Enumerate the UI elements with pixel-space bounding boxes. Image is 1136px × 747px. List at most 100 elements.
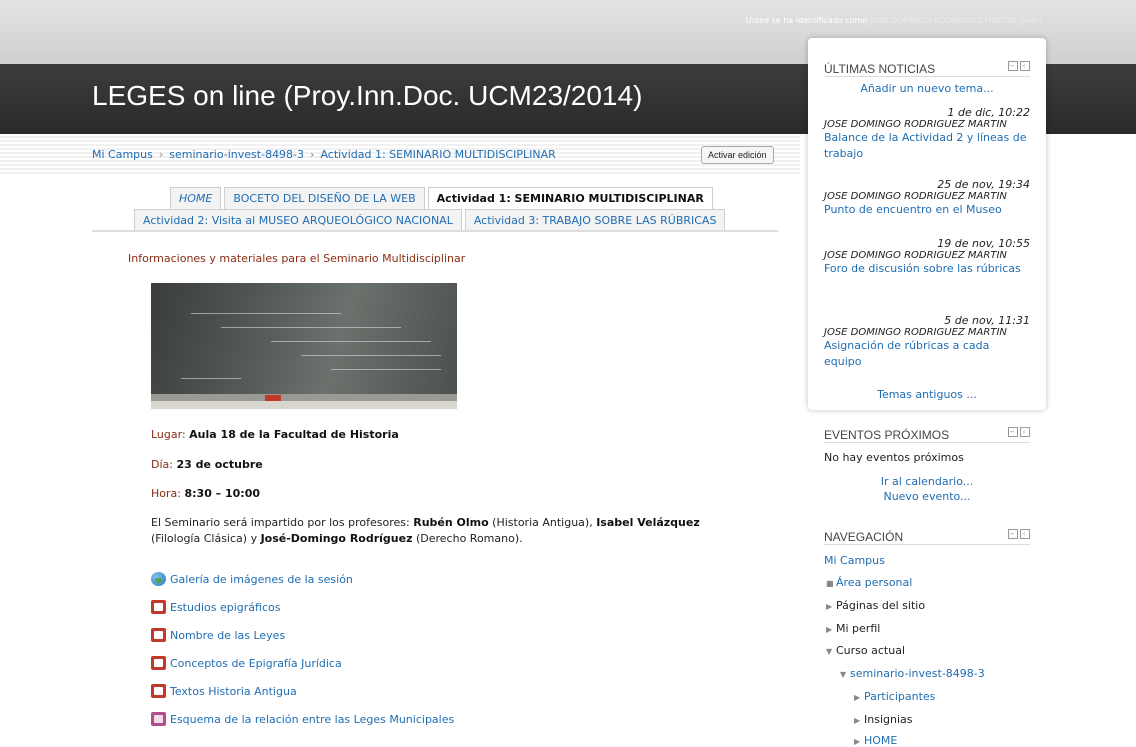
news-title-link[interactable]: Balance de la Actividad 2 y líneas de tr… — [824, 130, 1030, 162]
news-date: 19 de nov, 10:55 — [937, 237, 1030, 250]
tab-actividad-1[interactable]: Actividad 1: SEMINARIO MULTIDISCIPLINAR — [427, 187, 713, 210]
resource-gallery[interactable]: Galería de imágenes de la sesión — [151, 572, 353, 588]
news-author: JOSE DOMINGO RODRIGUEZ MARTIN — [824, 191, 1007, 202]
bullet-icon: ■ — [826, 579, 834, 588]
login-prefix: Usted se ha identificado como — [745, 16, 868, 25]
dock-icon[interactable]: ‹ — [1020, 529, 1030, 539]
expand-arrow-icon: ▶ — [854, 737, 861, 746]
login-info: Usted se ha identificado como JOSE DOMIN… — [746, 16, 1042, 25]
nav-participantes[interactable]: ▶ Participantes — [854, 690, 935, 703]
nav-mi-perfil[interactable]: ▶ Mi perfil — [826, 622, 880, 635]
lugar-value: Aula 18 de la Facultad de Historia — [189, 428, 399, 441]
resource-estudios[interactable]: Estudios epigráficos — [151, 600, 280, 616]
news-block: ÚLTIMAS NOTICIAS − ‹ Añadir un nuevo tema… — [808, 38, 1046, 410]
events-block-title: EVENTOS PRÓXIMOS — [824, 428, 950, 442]
expand-arrow-icon: ▶ — [826, 602, 833, 611]
tab-boceto[interactable]: BOCETO DEL DISEÑO DE LA WEB — [224, 187, 425, 210]
expand-arrow-icon: ▶ — [854, 693, 861, 702]
nav-course[interactable]: ▼ seminario-invest-8498-3 — [840, 667, 985, 680]
news-title-link[interactable]: Punto de encuentro en el Museo — [824, 202, 1030, 218]
new-event-link[interactable]: Nuevo evento... — [824, 490, 1030, 503]
news-author: JOSE DOMINGO RODRIGUEZ MARTIN — [824, 119, 1007, 130]
resource-label: Conceptos de Epigrafía Jurídica — [170, 657, 342, 670]
breadcrumb: Mi Campus › seminario-invest-8498-3 › Activi… — [92, 148, 556, 161]
nav-insignias[interactable]: ▶ Insignias — [854, 713, 913, 726]
globe-icon — [151, 572, 166, 586]
resource-textos[interactable]: Textos Historia Antigua — [151, 684, 297, 700]
news-title-link[interactable]: Foro de discusión sobre las rúbricas — [824, 261, 1030, 277]
nav-area-personal[interactable]: ■ Área personal — [826, 576, 912, 589]
collapse-arrow-icon: ▼ — [840, 670, 847, 679]
nav-mi-campus[interactable]: Mi Campus — [824, 554, 885, 567]
hora-value: 8:30 – 10:00 — [184, 487, 261, 500]
add-topic-link[interactable]: Añadir un nuevo tema... — [824, 82, 1030, 95]
main-content: Informaciones y materiales para el Semin… — [128, 248, 768, 726]
news-block-title: ÚLTIMAS NOTICIAS — [824, 62, 936, 76]
news-title-link[interactable]: Asignación de rúbricas a cada equipo — [824, 338, 1030, 370]
news-item: 1 de dic, 10:22 JOSE DOMINGO RODRIGUEZ M… — [824, 106, 1030, 162]
resource-conceptos[interactable]: Conceptos de Epigrafía Jurídica — [151, 656, 342, 672]
older-topics-link[interactable]: Temas antiguos ... — [824, 388, 1030, 401]
news-author: JOSE DOMINGO RODRIGUEZ MARTIN — [824, 327, 1007, 338]
dia-line: Día: 23 de octubre — [151, 458, 263, 471]
resource-label: Esquema de la relación entre las Leges M… — [170, 713, 455, 726]
seminar-description: El Seminario será impartido por los prof… — [151, 516, 700, 545]
professor-rodriguez: José-Domingo Rodríguez — [260, 532, 413, 545]
hora-line: Hora: 8:30 – 10:00 — [151, 487, 260, 500]
breadcrumb-separator: › — [310, 148, 315, 161]
tab-actividad-2[interactable]: Actividad 2: Visita al MUSEO ARQUEOLÓGIC… — [134, 209, 462, 232]
breadcrumb-item-course[interactable]: seminario-invest-8498-3 — [169, 148, 304, 161]
tab-row-1: HOME BOCETO DEL DISEÑO DE LA WEB Actividad… — [170, 187, 716, 210]
collapse-icon[interactable]: − — [1008, 61, 1018, 71]
lugar-line: Lugar: Aula 18 de la Facultad de Histori… — [151, 428, 399, 441]
hora-label: Hora: — [151, 487, 181, 500]
professor-velazquez: Isabel Velázquez — [596, 516, 700, 529]
breadcrumb-item-mi-campus[interactable]: Mi Campus — [92, 148, 153, 161]
pdf-icon — [151, 600, 166, 614]
news-item: 25 de nov, 19:34 JOSE DOMINGO RODRIGUEZ … — [824, 178, 1030, 218]
resource-label: Textos Historia Antigua — [170, 685, 297, 698]
navigation-block-title: NAVEGACIÓN — [824, 530, 904, 544]
dia-label: Día: — [151, 458, 173, 471]
resource-label: Nombre de las Leyes — [170, 629, 286, 642]
pdf-icon — [151, 656, 166, 670]
dock-icon[interactable]: ‹ — [1020, 61, 1030, 71]
intro-text: Informaciones y materiales para el Semin… — [128, 252, 466, 265]
nav-curso-actual[interactable]: ▼ Curso actual — [826, 644, 905, 657]
collapse-arrow-icon: ▼ — [826, 647, 833, 656]
news-author: JOSE DOMINGO RODRIGUEZ MARTIN — [824, 250, 1007, 261]
logout-link[interactable]: (Salir) — [1018, 16, 1042, 25]
site-title: LEGES on line (Proy.Inn.Doc. UCM23/2014) — [92, 80, 643, 111]
nav-paginas-sitio[interactable]: ▶ Páginas del sitio — [826, 599, 925, 612]
breadcrumb-separator: › — [158, 148, 164, 161]
document-icon — [151, 712, 166, 726]
pdf-icon — [151, 628, 166, 642]
news-date: 5 de nov, 11:31 — [944, 314, 1030, 327]
tab-actividad-3[interactable]: Actividad 3: TRABAJO SOBRE LAS RÚBRICAS — [464, 209, 726, 232]
professor-olmo: Rubén Olmo — [413, 516, 489, 529]
events-block-header: EVENTOS PRÓXIMOS − ‹ — [824, 424, 1030, 443]
resource-nombre-leyes[interactable]: Nombre de las Leyes — [151, 628, 285, 644]
breadcrumb-item-activity[interactable]: Actividad 1: SEMINARIO MULTIDISCIPLINAR — [320, 148, 555, 161]
tab-home[interactable]: HOME — [170, 187, 222, 210]
tab-divider — [92, 230, 778, 232]
pdf-icon — [151, 684, 166, 698]
resource-label: Estudios epigráficos — [170, 601, 281, 614]
news-item: 5 de nov, 11:31 JOSE DOMINGO RODRIGUEZ M… — [824, 314, 1030, 370]
news-date: 25 de nov, 19:34 — [937, 178, 1030, 191]
collapse-icon[interactable]: − — [1008, 529, 1018, 539]
login-user-link[interactable]: JOSE DOMINGO RODRIGUEZ MARTIN — [870, 16, 1016, 25]
dock-icon[interactable]: ‹ — [1020, 427, 1030, 437]
collapse-icon[interactable]: − — [1008, 427, 1018, 437]
expand-arrow-icon: ▶ — [826, 625, 833, 634]
news-date: 1 de dic, 10:22 — [947, 106, 1030, 119]
enable-editing-button[interactable]: Activar edición — [701, 146, 774, 164]
sidebar: ÚLTIMAS NOTICIAS − ‹ Añadir un nuevo tema… — [808, 38, 1046, 747]
resource-esquema[interactable]: Esquema de la relación entre las Leges M… — [151, 712, 454, 728]
nav-home[interactable]: ▶ HOME — [854, 734, 897, 747]
navigation-block-header: NAVEGACIÓN − ‹ — [824, 526, 1030, 545]
seminar-photo — [151, 283, 457, 409]
dia-value: 23 de octubre — [176, 458, 263, 471]
calendar-link[interactable]: Ir al calendario... — [824, 475, 1030, 488]
news-item: 19 de nov, 10:55 JOSE DOMINGO RODRIGUEZ … — [824, 237, 1030, 277]
